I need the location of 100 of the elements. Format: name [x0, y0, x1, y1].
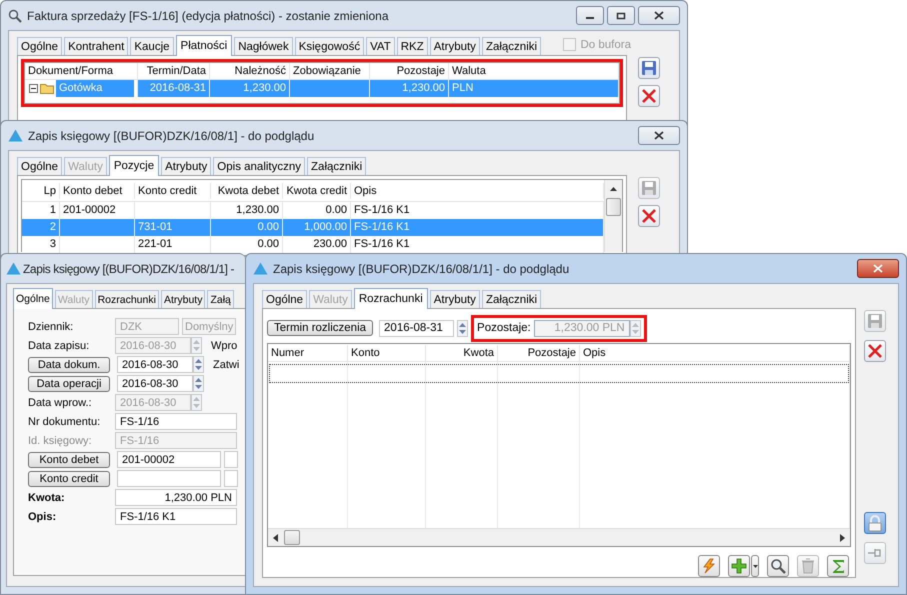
- column-header[interactable]: Dokument/Forma: [25, 63, 138, 79]
- column-header[interactable]: Opis: [580, 344, 850, 360]
- input-field[interactable]: FS-1/16 K1: [115, 508, 237, 525]
- search-button[interactable]: [767, 555, 789, 577]
- dropdown-button[interactable]: [751, 555, 759, 577]
- column-header[interactable]: Numer: [268, 344, 348, 360]
- column-header[interactable]: Zobowiązanie: [290, 63, 370, 79]
- spin-arrows-icon: [459, 322, 466, 334]
- save-icon: [867, 313, 883, 329]
- tab[interactable]: Ogólne: [262, 290, 308, 308]
- column-header[interactable]: Pozostaje: [370, 63, 449, 79]
- form-button[interactable]: Data dokum.: [28, 356, 110, 372]
- term-button[interactable]: Termin rozliczenia: [267, 320, 374, 336]
- window-title: Faktura sprzedaży [FS-1/16] (edycja płatności) - zostanie zmieniona: [27, 8, 388, 22]
- triangle-icon: [253, 262, 268, 275]
- add-button[interactable]: [728, 555, 750, 577]
- tree-toggle-icon[interactable]: [29, 84, 38, 93]
- window-title: Zapis księgowy [(BUFOR)DZK/16/08/1] - do podglądu: [28, 128, 314, 142]
- field-label: Wpro: [211, 340, 238, 352]
- close-button[interactable]: [857, 259, 899, 278]
- table-cell: FS-1/16 K1: [351, 219, 604, 236]
- form-button[interactable]: Konto debet: [28, 452, 110, 468]
- input-field[interactable]: [117, 470, 221, 487]
- input-field[interactable]: 2016-08-30: [117, 375, 193, 392]
- scrollbar[interactable]: [604, 180, 622, 252]
- save-icon: [641, 60, 657, 76]
- table-cell: 2016-08-31: [138, 80, 210, 97]
- scroll-thumb[interactable]: [284, 530, 300, 545]
- form-button[interactable]: Konto credit: [28, 470, 110, 486]
- scroll-right-icon: [840, 534, 845, 542]
- spin-button[interactable]: [193, 375, 204, 392]
- table-cell: 1,230.00: [370, 80, 449, 97]
- field-label: Data wprow.:: [28, 396, 93, 408]
- tab[interactable]: Rozrachunki: [354, 288, 428, 309]
- triangle-icon: [8, 129, 23, 142]
- input-field[interactable]: [224, 451, 238, 468]
- triangle-icon: [6, 262, 21, 275]
- column-header[interactable]: Termin/Data: [138, 63, 210, 79]
- scroll-thumb[interactable]: [606, 198, 621, 216]
- caret-icon: [752, 564, 758, 568]
- column-header[interactable]: Kwota debet: [211, 182, 283, 198]
- cancel-button[interactable]: [864, 340, 886, 362]
- close-icon: [867, 343, 883, 359]
- input-field[interactable]: [224, 470, 238, 487]
- tab[interactable]: Załączniki: [482, 290, 542, 308]
- sigma-icon: [832, 558, 844, 574]
- close-icon: [654, 11, 664, 20]
- column-header[interactable]: Pozostaje: [498, 344, 580, 360]
- scroll-up-icon: [609, 186, 618, 192]
- close-icon: [873, 264, 883, 273]
- field-label: Opis:: [28, 510, 58, 522]
- column-header[interactable]: Kwota credit: [283, 182, 351, 198]
- table-cell: 0.00: [211, 219, 283, 236]
- input-field[interactable]: 2016-08-30: [117, 356, 193, 373]
- input-field[interactable]: FS-1/16: [115, 413, 237, 430]
- table-cell: 1,000.00: [283, 219, 351, 236]
- table-cell: PLN: [449, 80, 619, 97]
- focus-row[interactable]: [269, 364, 849, 383]
- column-header[interactable]: Waluta: [449, 63, 619, 79]
- column-header[interactable]: Kwota: [426, 344, 498, 360]
- lock-button[interactable]: [864, 512, 886, 534]
- window-title: Zapis księgowy [(BUFOR)DZK/16/08/1/1] -: [23, 262, 234, 276]
- field-label: Dziennik:: [28, 320, 74, 332]
- field-label: Pozostaje:: [477, 322, 531, 334]
- close-icon: [641, 88, 657, 104]
- search-icon: [770, 558, 786, 574]
- date-field[interactable]: 2016-08-31: [379, 320, 454, 336]
- table-cell: 2: [22, 219, 60, 236]
- spin-arrows-icon: [193, 397, 200, 408]
- input-field[interactable]: 1,230.00 PLN: [115, 489, 237, 506]
- field-label: Kwota:: [28, 492, 66, 504]
- spin-button[interactable]: [457, 320, 468, 336]
- field-label: Id. księgowy:: [28, 434, 93, 446]
- column-header[interactable]: Konto: [348, 344, 426, 360]
- form-button[interactable]: Data operacji: [28, 376, 110, 392]
- spin-arrows-icon: [193, 340, 200, 351]
- maximize-icon: [616, 12, 626, 20]
- save-icon: [641, 180, 657, 196]
- padlock-icon: [867, 514, 883, 532]
- sum-button[interactable]: [827, 555, 849, 577]
- checkbox-label: Do bufora: [580, 38, 631, 50]
- field-label: Nr dokumentu:: [28, 416, 102, 428]
- spin-arrows-icon: [195, 359, 202, 370]
- column-header[interactable]: Lp: [22, 182, 60, 198]
- close-icon: [654, 131, 664, 140]
- table-cell: 731-01: [135, 219, 211, 236]
- spin-button[interactable]: [193, 356, 204, 373]
- input-field[interactable]: 201-00002: [117, 451, 221, 468]
- field-label: Data zapisu:: [28, 340, 90, 352]
- tab[interactable]: Atrybuty: [430, 290, 480, 308]
- column-header[interactable]: Konto credit: [135, 182, 211, 198]
- magnifier-icon: [8, 8, 22, 22]
- lightning-icon: [701, 558, 717, 574]
- lightning-button[interactable]: [698, 555, 720, 577]
- plus-icon: [731, 558, 747, 574]
- scrollbar[interactable]: [268, 528, 850, 546]
- pin-icon: [867, 548, 883, 558]
- folder-icon: [40, 83, 54, 94]
- column-header[interactable]: Należność: [210, 63, 290, 79]
- column-header[interactable]: Konto debet: [60, 182, 135, 198]
